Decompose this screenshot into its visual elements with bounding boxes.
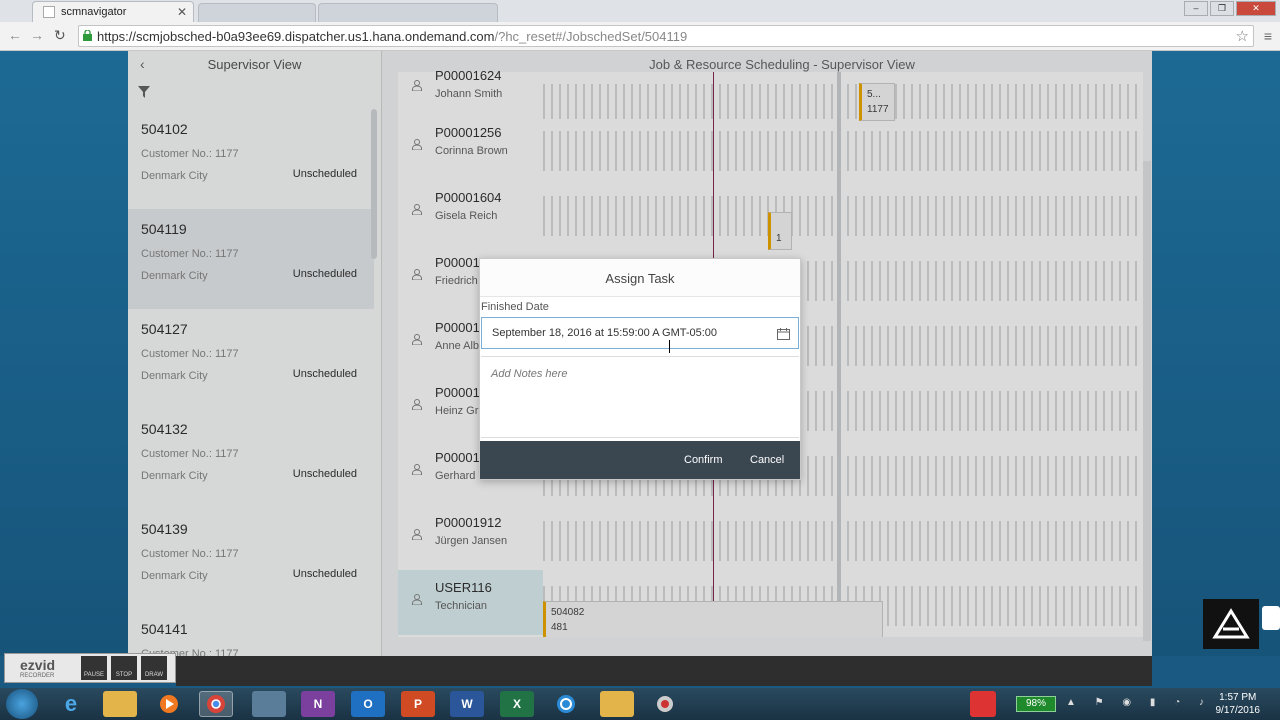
browser-tab-inactive[interactable] (198, 3, 316, 22)
lock-icon (83, 30, 92, 41)
ezvid-logo: ezvid (20, 657, 56, 673)
ezvid-recorder-panel: ezvid RECORDER PAUSE STOP DRAW (4, 653, 176, 683)
window-close-icon[interactable]: ✕ (1236, 1, 1276, 16)
dialog-footer: Confirm Cancel (480, 441, 800, 479)
chrome-icon[interactable] (199, 691, 233, 717)
battery-indicator[interactable]: 98% (1016, 696, 1056, 712)
outlook-icon[interactable]: O (351, 691, 385, 717)
side-app-icon[interactable] (1262, 606, 1280, 630)
onenote-icon[interactable]: N (301, 691, 335, 717)
minimize-icon[interactable]: – (1184, 1, 1208, 16)
windows-taskbar: e N O P W X 98% ▲ ⚑ ◉ ▮ ◔ ♪ 1:57 PM 9/17… (0, 688, 1280, 720)
notes-textarea[interactable]: Add Notes here (481, 356, 799, 438)
word-icon[interactable]: W (450, 691, 484, 717)
tab-title: scmnavigator (61, 6, 127, 18)
start-button-icon[interactable] (6, 689, 38, 719)
app-bottom-bar (176, 656, 1152, 686)
tray-icons[interactable]: ▲ ⚑ ◉ ▮ ◔ ♪ (1066, 697, 1212, 708)
tray-app-icon[interactable] (970, 691, 996, 717)
draw-button[interactable]: DRAW (141, 656, 167, 680)
browser-menu-icon[interactable]: ≡ (1264, 28, 1272, 44)
clock-time: 1:57 PM (1219, 692, 1257, 703)
browser-tab-inactive[interactable] (318, 3, 498, 22)
browser-tab-scmnavigator[interactable]: scmnavigator ✕ (32, 1, 194, 22)
page-favicon-icon (43, 6, 55, 18)
ie-icon[interactable]: e (54, 691, 88, 717)
reload-icon[interactable]: ↻ (54, 27, 66, 44)
back-arrow-icon[interactable]: ← (8, 27, 22, 43)
powerpoint-icon[interactable]: P (401, 691, 435, 717)
a-brand-logo-icon (1203, 599, 1259, 649)
recorder-app-icon[interactable] (648, 691, 682, 717)
window-controls: – ❐ ✕ (1184, 1, 1276, 16)
cancel-button[interactable]: Cancel (750, 454, 784, 466)
confirm-button[interactable]: Confirm (684, 454, 723, 466)
excel-icon[interactable]: X (500, 691, 534, 717)
system-tray: 98% ▲ ⚑ ◉ ▮ ◔ ♪ 1:57 PM 9/17/2016 (970, 688, 1280, 720)
clock[interactable]: 1:57 PM 9/17/2016 (1216, 691, 1261, 717)
finished-date-label: Finished Date (481, 301, 549, 313)
finished-date-input[interactable]: September 18, 2016 at 15:59:00 A GMT-05:… (481, 317, 799, 349)
media-player-icon[interactable] (152, 691, 186, 717)
browser-toolbar: ← → ↻ https://scmjobsched-b0a93ee69.disp… (0, 22, 1280, 51)
forward-arrow-icon[interactable]: → (30, 27, 44, 43)
address-bar[interactable]: https://scmjobsched-b0a93ee69.dispatcher… (78, 25, 1254, 47)
text-cursor-icon (669, 340, 673, 353)
pause-button[interactable]: PAUSE (81, 656, 107, 680)
maximize-icon[interactable]: ❐ (1210, 1, 1234, 16)
browser-tab-strip: scmnavigator ✕ – ❐ ✕ (0, 0, 1280, 22)
dialog-title: Assign Task (480, 259, 800, 297)
assign-task-dialog: Assign Task Finished Date September 18, … (479, 258, 801, 480)
stop-button[interactable]: STOP (111, 656, 137, 680)
finished-date-value: September 18, 2016 at 15:59:00 A GMT-05:… (492, 327, 718, 339)
network-app-icon[interactable] (549, 691, 583, 717)
ezvid-subtitle: RECORDER (20, 673, 55, 679)
clock-date: 9/17/2016 (1215, 705, 1261, 716)
file-explorer-icon[interactable] (103, 691, 137, 717)
calendar-icon[interactable] (777, 328, 790, 340)
tab-close-icon[interactable]: ✕ (177, 5, 187, 19)
folder-icon[interactable] (600, 691, 634, 717)
bookmark-star-icon[interactable]: ☆ (1236, 27, 1249, 45)
notes-placeholder: Add Notes here (491, 368, 568, 380)
desktop-background-left (0, 51, 128, 656)
url-path: /?hc_reset#/JobschedSet/504119 (494, 29, 688, 44)
desktop-background-right (1152, 51, 1280, 656)
calculator-icon[interactable] (252, 691, 286, 717)
url-host: https://scmjobsched-b0a93ee69.dispatcher… (97, 29, 495, 44)
